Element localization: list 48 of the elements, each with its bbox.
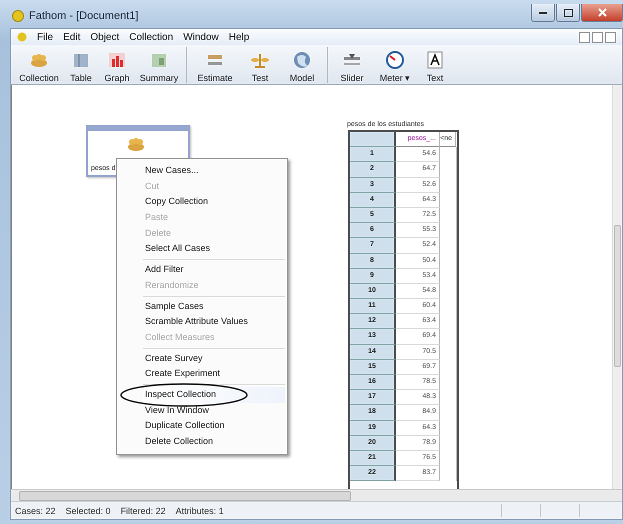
text-icon — [425, 50, 445, 70]
menu-item[interactable]: Collection — [129, 32, 174, 42]
status-text: Cases: 22 — [15, 506, 56, 516]
app-icon — [12, 10, 24, 22]
menu-item[interactable]: Copy Collection — [143, 194, 285, 210]
menu-item[interactable]: Add Filter — [143, 262, 285, 278]
maximize-button[interactable] — [556, 4, 580, 22]
horizontal-scrollbar[interactable] — [11, 489, 622, 501]
toolbar-button[interactable]: Table — [63, 50, 99, 83]
restore-button[interactable] — [592, 32, 603, 42]
minimize-button[interactable] — [531, 4, 555, 22]
toolbar-button[interactable]: Estimate — [190, 50, 240, 83]
close-icon — [598, 8, 606, 17]
toolbar-button[interactable]: Meter ▾ — [373, 50, 417, 83]
menu-item[interactable]: Help — [228, 32, 250, 42]
menu-item[interactable]: Object — [90, 32, 120, 42]
toolbar-button[interactable]: Model — [280, 50, 324, 83]
globe-icon — [292, 50, 312, 70]
toolbar-button[interactable]: Test — [240, 50, 280, 83]
menu-item[interactable]: Select All Cases — [143, 241, 285, 258]
status-text: Filtered: 22 — [120, 506, 166, 516]
menu-item[interactable]: Create Survey — [143, 350, 285, 366]
window-title: Fathom - [Document1] — [29, 10, 138, 22]
toolbar-button[interactable]: Slider — [331, 50, 373, 83]
menu-item[interactable]: View In Window — [143, 402, 285, 418]
app-icon — [17, 32, 27, 42]
menu-item[interactable]: File — [37, 32, 54, 42]
toolbar-button[interactable]: Text — [417, 50, 453, 83]
menu-item[interactable]: Scramble Attribute Values — [143, 314, 285, 330]
bar-chart-icon — [107, 50, 127, 70]
status-text: Selected: 0 — [66, 506, 111, 516]
toolbar-button[interactable]: Collection — [15, 50, 63, 83]
minimize-icon — [539, 12, 547, 14]
menu-item[interactable]: Delete Collection — [143, 434, 285, 450]
toolbar-button[interactable]: Summary — [135, 50, 183, 83]
toolbar-button[interactable]: Graph — [99, 50, 135, 83]
vertical-scrollbar[interactable] — [612, 85, 622, 489]
menu-item[interactable]: Create Experiment — [143, 366, 285, 382]
gauge-icon — [385, 50, 405, 70]
menu-item[interactable]: Edit — [63, 32, 80, 42]
menu-item[interactable]: Inspect Collection — [143, 386, 285, 403]
menu-item[interactable]: Window — [183, 32, 219, 42]
menu-item[interactable]: Duplicate Collection — [143, 418, 285, 434]
menu-item[interactable]: Sample Cases — [143, 298, 285, 314]
close-button[interactable] — [605, 32, 616, 42]
status-text: Attributes: 1 — [176, 506, 224, 516]
close-button[interactable] — [581, 4, 623, 22]
maximize-icon — [564, 8, 572, 16]
